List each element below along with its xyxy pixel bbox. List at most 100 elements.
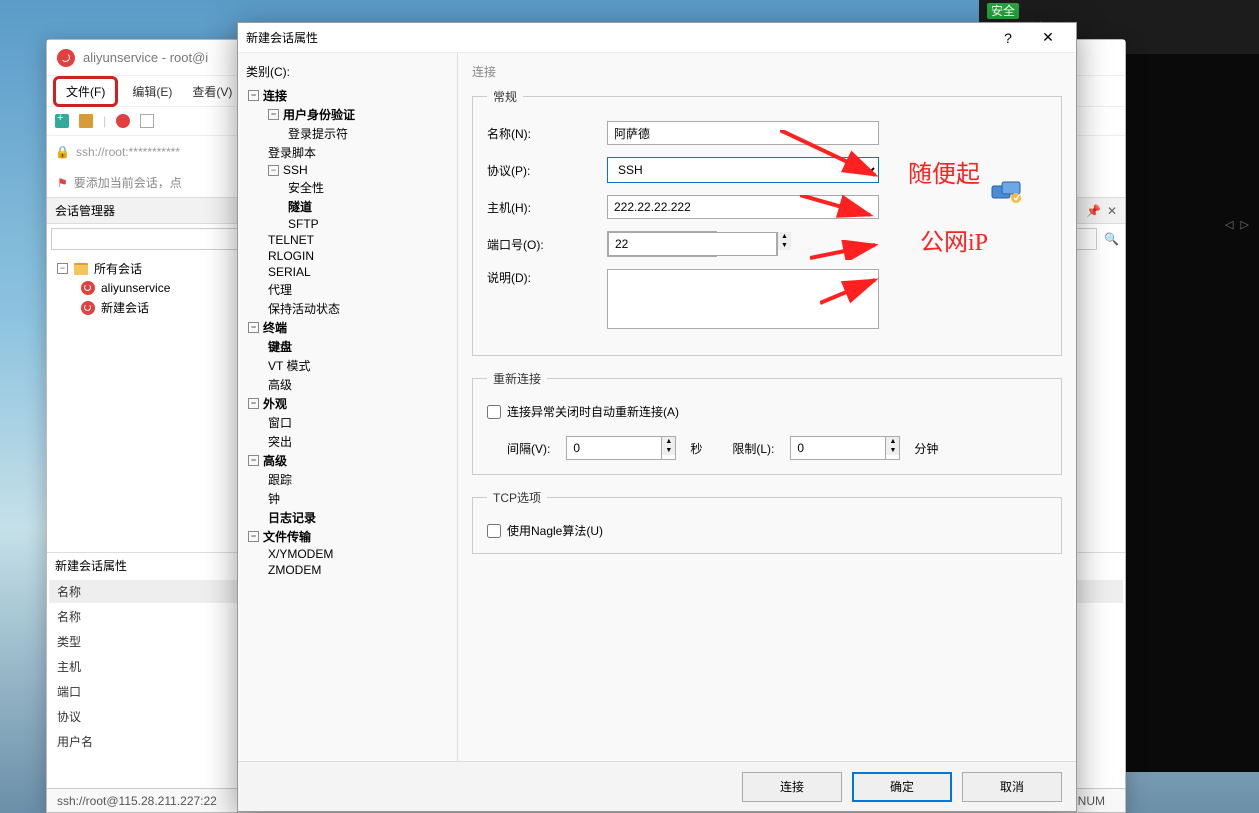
tree-item-label: 新建会话 <box>101 299 149 316</box>
status-address: ssh://root@115.28.211.227:22 <box>57 794 217 808</box>
reconnect-label: 连接异常关闭时自动重新连接(A) <box>507 403 679 420</box>
cat-file-transfer[interactable]: −文件传输 <box>246 527 449 546</box>
folder-icon <box>74 263 88 275</box>
cat-advanced2[interactable]: −高级 <box>246 451 449 470</box>
cat-terminal[interactable]: −终端 <box>246 318 449 337</box>
cat-vt[interactable]: VT 模式 <box>246 356 449 375</box>
label-name: 名称(N): <box>487 125 607 142</box>
spin-up-icon[interactable]: ▲ <box>886 437 899 446</box>
interval-spinner[interactable]: ▲▼ <box>566 436 676 460</box>
category-tree: −连接 −用户身份验证 登录提示符 登录脚本 −SSH 安全性 隧道 SFTP … <box>246 86 449 578</box>
help-button[interactable]: ? <box>988 24 1028 52</box>
flag-icon: ⚑ <box>57 176 68 190</box>
close-button[interactable]: ✕ <box>1028 24 1068 52</box>
cat-highlight[interactable]: 突出 <box>246 432 449 451</box>
cat-login-script[interactable]: 登录脚本 <box>246 143 449 162</box>
cat-rlogin[interactable]: RLOGIN <box>246 248 449 264</box>
unit-seconds: 秒 <box>690 440 702 457</box>
menu-view[interactable]: 查看(V) <box>182 79 242 104</box>
annotation-name-note: 随便起 <box>908 154 980 189</box>
label-host: 主机(H): <box>487 199 607 216</box>
label-port: 端口号(O): <box>487 236 607 253</box>
ok-button[interactable]: 确定 <box>852 772 952 802</box>
spin-down-icon[interactable]: ▼ <box>778 241 791 250</box>
cat-login-prompt[interactable]: 登录提示符 <box>246 124 449 143</box>
label-protocol: 协议(P): <box>487 162 607 179</box>
limit-input[interactable] <box>791 437 885 459</box>
nav-arrows-icon[interactable]: ◁ ▷ <box>1225 218 1251 231</box>
reconnect-checkbox[interactable] <box>487 405 501 419</box>
cancel-button[interactable]: 取消 <box>962 772 1062 802</box>
cat-connection[interactable]: −连接 <box>246 86 449 105</box>
menu-edit[interactable]: 编辑(E) <box>122 79 182 104</box>
interval-input[interactable] <box>567 437 661 459</box>
disconnect-icon[interactable] <box>140 114 154 128</box>
cat-zmodem[interactable]: ZMODEM <box>246 562 449 578</box>
arrow-annotation-icon <box>820 275 880 305</box>
annotation-host-note: 公网iP <box>920 222 988 257</box>
port-input[interactable] <box>608 232 777 256</box>
menu-file[interactable]: 文件(F) <box>53 76 118 107</box>
spin-up-icon[interactable]: ▲ <box>778 232 791 241</box>
cat-security[interactable]: 安全性 <box>246 178 449 197</box>
collapse-icon[interactable]: − <box>57 263 68 274</box>
cat-logging[interactable]: 日志记录 <box>246 508 449 527</box>
cat-ssh[interactable]: −SSH <box>246 162 449 178</box>
cat-sftp[interactable]: SFTP <box>246 216 449 232</box>
session-icon <box>81 281 95 295</box>
app-icon <box>57 49 75 67</box>
open-icon[interactable] <box>79 114 93 128</box>
tree-root-label: 所有会话 <box>94 260 142 277</box>
limit-spinner[interactable]: ▲▼ <box>790 436 900 460</box>
arrow-annotation-icon <box>810 240 880 260</box>
hint-text: 要添加当前会话，点 <box>74 174 182 191</box>
cat-bell[interactable]: 钟 <box>246 489 449 508</box>
dialog-title: 新建会话属性 <box>246 29 318 46</box>
cat-appearance[interactable]: −外观 <box>246 394 449 413</box>
group-reconnect: 重新连接 连接异常关闭时自动重新连接(A) 间隔(V): ▲▼ 秒 限制(L): <box>472 370 1062 475</box>
legend-tcp: TCP选项 <box>487 489 547 506</box>
spin-down-icon[interactable]: ▼ <box>886 446 899 455</box>
category-label: 类别(C): <box>246 63 449 80</box>
spin-up-icon[interactable]: ▲ <box>662 437 675 446</box>
legend-general: 常规 <box>487 88 523 105</box>
cat-keyboard[interactable]: 键盘 <box>246 337 449 356</box>
cat-serial[interactable]: SERIAL <box>246 264 449 280</box>
cat-advanced[interactable]: 高级 <box>246 375 449 394</box>
port-spinner[interactable]: ▲▼ <box>607 231 717 257</box>
nagle-checkbox[interactable] <box>487 524 501 538</box>
window-title: aliyunservice - root@i <box>83 50 208 65</box>
cat-auth[interactable]: −用户身份验证 <box>246 105 449 124</box>
pin-icon[interactable]: 📌 <box>1086 204 1101 218</box>
unit-minutes: 分钟 <box>914 440 938 457</box>
computers-icon <box>990 180 1024 208</box>
legend-reconnect: 重新连接 <box>487 370 547 387</box>
reconnect-icon[interactable] <box>116 114 130 128</box>
cat-xymodem[interactable]: X/YMODEM <box>246 546 449 562</box>
label-interval: 间隔(V): <box>507 440 550 457</box>
cat-trace[interactable]: 跟踪 <box>246 470 449 489</box>
session-icon <box>81 301 95 315</box>
cat-telnet[interactable]: TELNET <box>246 232 449 248</box>
category-panel: 类别(C): −连接 −用户身份验证 登录提示符 登录脚本 −SSH 安全性 隧… <box>238 53 458 761</box>
section-connection: 连接 <box>472 63 1062 80</box>
lock-icon: 🔒 <box>55 145 70 159</box>
cat-proxy[interactable]: 代理 <box>246 280 449 299</box>
toolbar-separator: | <box>103 114 106 128</box>
arrow-annotation-icon <box>800 195 880 225</box>
dialog-footer: 连接 确定 取消 <box>238 761 1076 811</box>
cat-keepalive[interactable]: 保持活动状态 <box>246 299 449 318</box>
spin-down-icon[interactable]: ▼ <box>662 446 675 455</box>
new-session-icon[interactable] <box>55 114 69 128</box>
label-limit: 限制(L): <box>732 440 774 457</box>
group-tcp: TCP选项 使用Nagle算法(U) <box>472 489 1062 554</box>
cat-tunnel[interactable]: 隧道 <box>246 197 449 216</box>
tree-item-label: aliyunservice <box>101 281 170 295</box>
connect-button[interactable]: 连接 <box>742 772 842 802</box>
security-badge: 安全 <box>987 3 1019 19</box>
search-icon[interactable]: 🔍 <box>1104 232 1119 246</box>
label-description: 说明(D): <box>487 269 607 286</box>
close-panel-icon[interactable]: ✕ <box>1107 204 1117 218</box>
cat-window[interactable]: 窗口 <box>246 413 449 432</box>
dialog-form: 连接 常规 名称(N): 协议(P): SSH 主机(H): 端口号(O): <box>458 53 1076 761</box>
